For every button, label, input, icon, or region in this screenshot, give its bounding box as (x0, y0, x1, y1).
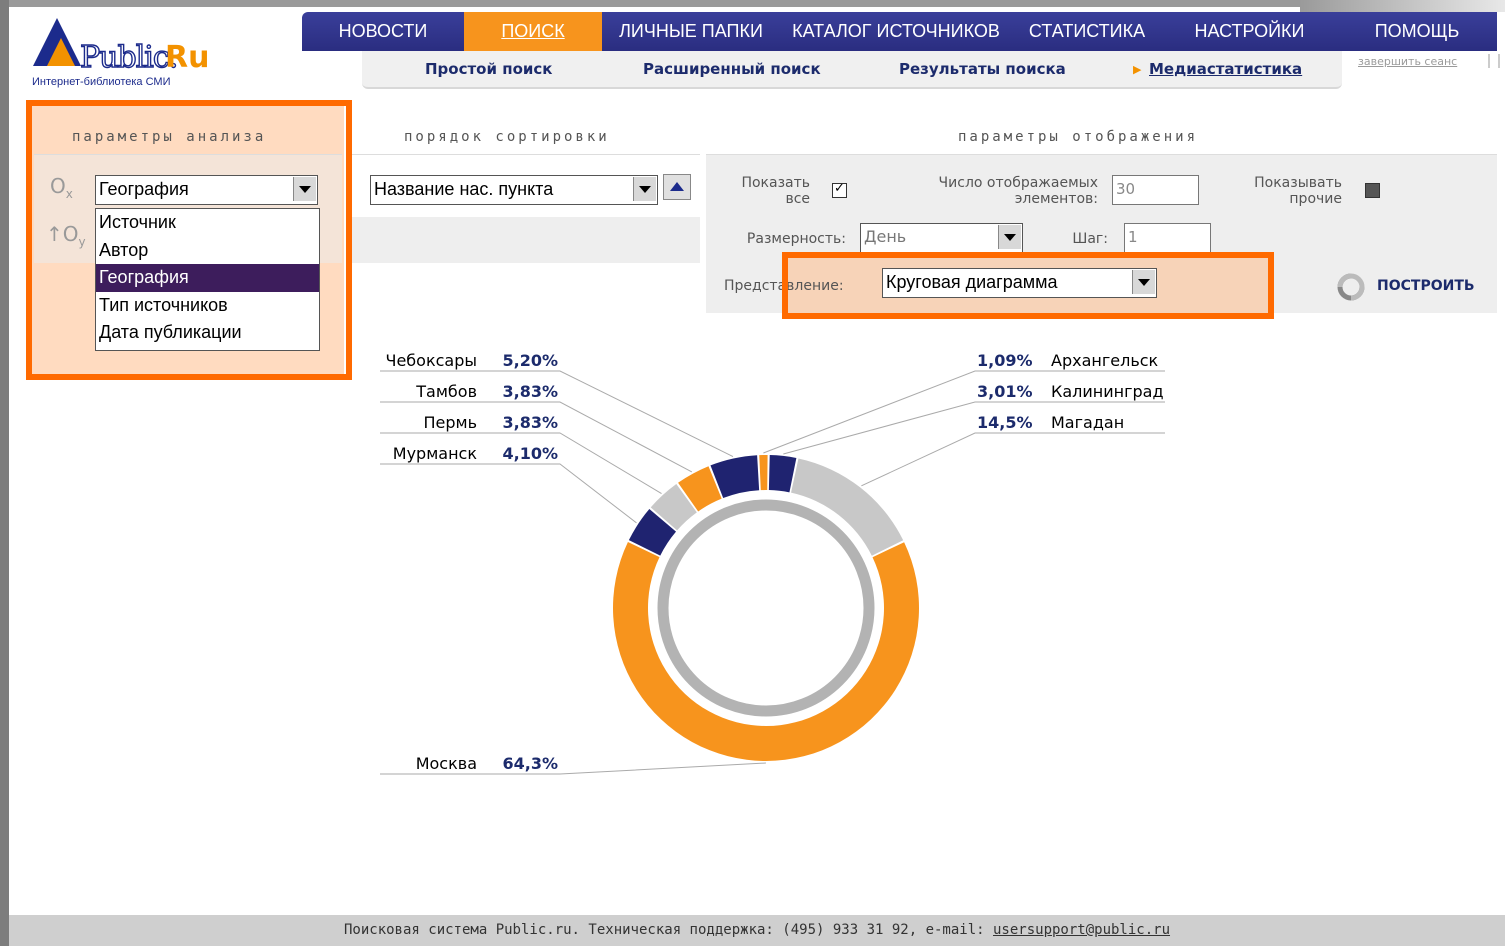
label-name-1: Мурманск (393, 444, 478, 463)
label-value-3: 3,83% (502, 382, 558, 401)
label-value-2: 3,83% (502, 413, 558, 432)
label-name-7: Магадан (1051, 413, 1124, 432)
label-value-0: 64,3% (502, 754, 558, 773)
leader-line-2 (380, 432, 662, 494)
footer: Поисковая система Public.ru. Техническая… (9, 915, 1505, 946)
footer-text: Поисковая система Public.ru. Техническая… (343, 922, 993, 938)
slice-5 (759, 455, 768, 491)
label-name-3: Тамбов (415, 382, 477, 401)
label-name-0: Москва (416, 754, 477, 773)
label-name-6: Калининград (1051, 382, 1164, 401)
label-name-2: Пермь (423, 413, 477, 432)
label-value-1: 4,10% (502, 444, 558, 463)
label-name-5: Архангельск (1051, 351, 1159, 370)
leader-line-7 (861, 432, 1165, 487)
leader-line-1 (380, 463, 637, 524)
label-value-4: 5,20% (502, 351, 558, 370)
slice-6 (768, 455, 797, 493)
label-value-5: 1,09% (977, 351, 1033, 370)
label-value-6: 3,01% (977, 382, 1033, 401)
pie-chart: Чебоксары 5,20% Тамбов 3,83% Пермь 3,83% Мурма… (380, 351, 1165, 775)
label-name-4: Чебоксары (385, 351, 477, 370)
label-value-7: 14,5% (977, 413, 1033, 432)
footer-email-link[interactable]: usersupport@public.ru (993, 922, 1170, 938)
